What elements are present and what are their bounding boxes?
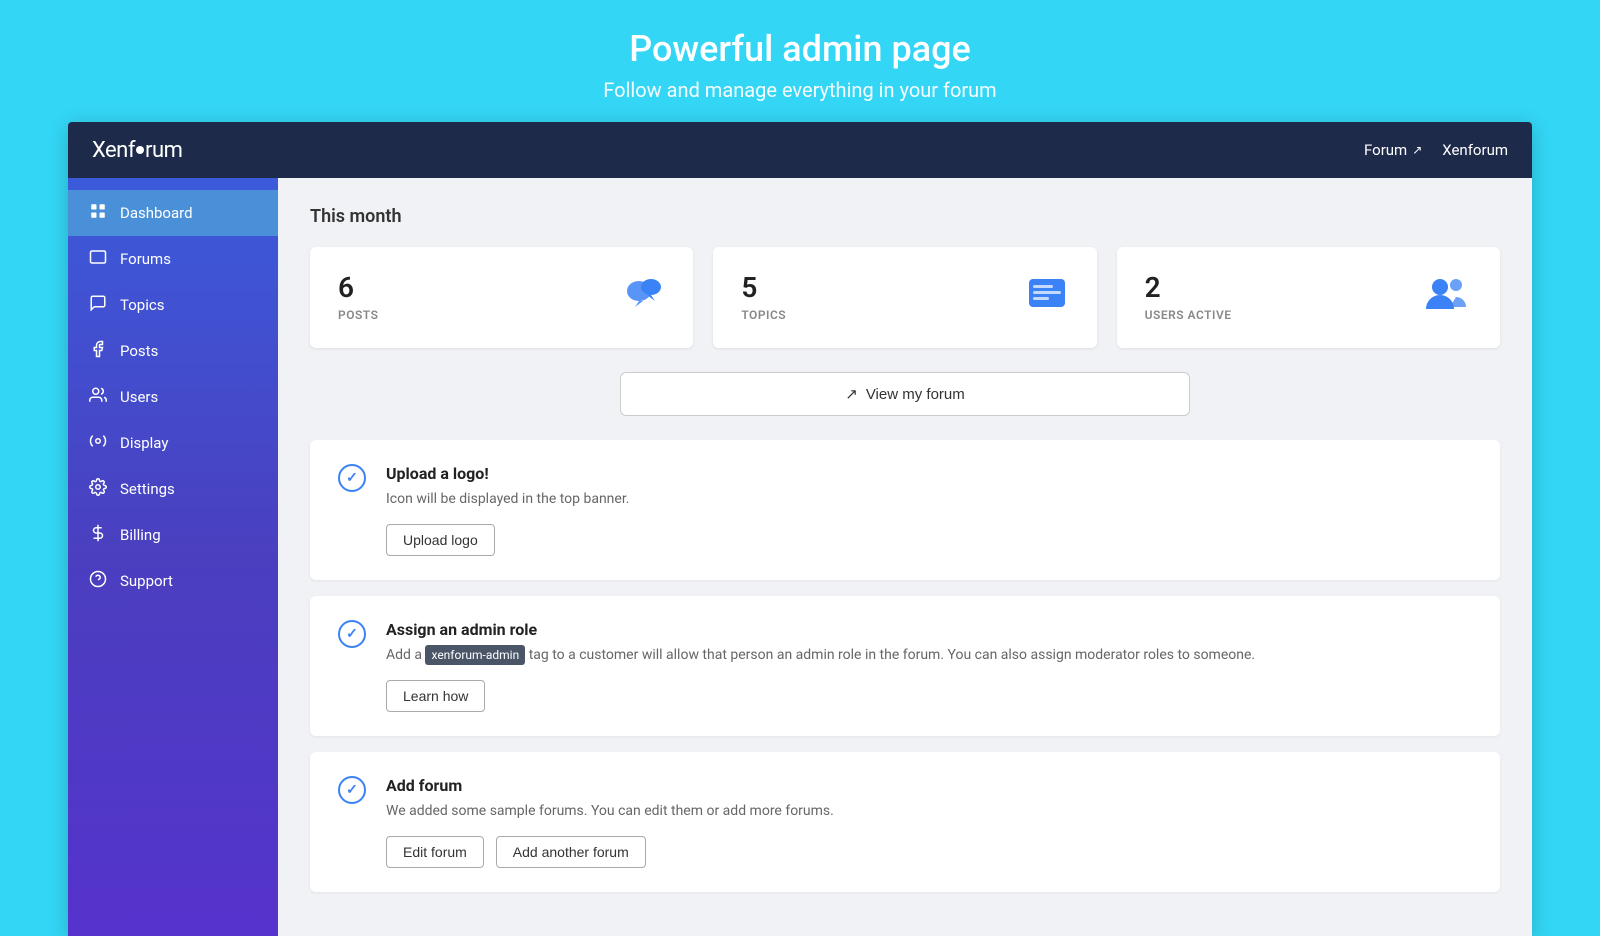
sidebar-label-dashboard: Dashboard xyxy=(120,204,193,222)
main-content: This month 6 POSTS xyxy=(278,178,1532,936)
topbar-right: Forum ↗ Xenforum xyxy=(1364,141,1508,159)
stat-label-posts: POSTS xyxy=(338,308,378,322)
admin-desc-suffix: tag to a customer will allow that person… xyxy=(525,647,1255,663)
stats-row: 6 POSTS 5 TOPIC xyxy=(310,247,1500,348)
sidebar-item-users[interactable]: Users xyxy=(68,374,278,420)
assign-admin-title: Assign an admin role xyxy=(386,620,1255,639)
billing-icon xyxy=(88,524,108,546)
sidebar-item-posts[interactable]: Posts xyxy=(68,328,278,374)
view-forum-label: View my forum xyxy=(866,386,965,403)
sidebar-item-support[interactable]: Support xyxy=(68,558,278,604)
sidebar-label-billing: Billing xyxy=(120,526,161,544)
support-icon xyxy=(88,570,108,592)
stat-number-users: 2 xyxy=(1145,274,1232,302)
sidebar-label-settings: Settings xyxy=(120,480,175,498)
logo: Xenfrum xyxy=(92,138,182,163)
check-icon-admin: ✓ xyxy=(338,620,366,648)
sidebar-label-forums: Forums xyxy=(120,250,171,268)
admin-desc-prefix: Add a xyxy=(386,647,425,663)
sidebar-label-posts: Posts xyxy=(120,342,158,360)
main-area: Dashboard Forums Topics Posts xyxy=(68,178,1532,936)
upload-logo-title: Upload a logo! xyxy=(386,464,629,483)
info-card-add-forum: ✓ Add forum We added some sample forums.… xyxy=(310,752,1500,892)
view-forum-icon: ↗ xyxy=(845,385,858,403)
display-icon xyxy=(88,432,108,454)
check-icon-upload: ✓ xyxy=(338,464,366,492)
view-forum-button[interactable]: ↗ View my forum xyxy=(620,372,1190,416)
admin-tag: xenforum-admin xyxy=(425,645,525,665)
upload-logo-desc: Icon will be displayed in the top banner… xyxy=(386,489,629,510)
sidebar-item-dashboard[interactable]: Dashboard xyxy=(68,190,278,236)
stat-label-topics: TOPICS xyxy=(741,308,786,322)
dashboard-icon xyxy=(88,202,108,224)
check-icon-forum: ✓ xyxy=(338,776,366,804)
sidebar-item-settings[interactable]: Settings xyxy=(68,466,278,512)
forums-icon xyxy=(88,248,108,270)
upload-logo-button[interactable]: Upload logo xyxy=(386,524,495,556)
users-icon xyxy=(88,386,108,408)
forum-link-label: Forum xyxy=(1364,141,1407,159)
stat-card-topics: 5 TOPICS xyxy=(713,247,1096,348)
posts-icon xyxy=(88,340,108,362)
external-link-icon: ↗ xyxy=(1412,143,1422,157)
topbar-username: Xenforum xyxy=(1442,141,1508,159)
users-stat-icon xyxy=(1422,271,1472,324)
hero-title: Powerful admin page xyxy=(20,28,1580,70)
sidebar-item-display[interactable]: Display xyxy=(68,420,278,466)
info-card-assign-admin: ✓ Assign an admin role Add a xenforum-ad… xyxy=(310,596,1500,736)
section-title: This month xyxy=(310,206,1500,227)
stat-number-posts: 6 xyxy=(338,274,378,302)
hero-subtitle: Follow and manage everything in your for… xyxy=(20,78,1580,102)
stat-card-users: 2 USERS ACTIVE xyxy=(1117,247,1500,348)
hero-section: Powerful admin page Follow and manage ev… xyxy=(0,0,1600,122)
edit-forum-button[interactable]: Edit forum xyxy=(386,836,484,868)
app-shell: Xenfrum Forum ↗ Xenforum Dashboard xyxy=(68,122,1532,936)
posts-stat-icon xyxy=(621,271,665,324)
stat-number-topics: 5 xyxy=(741,274,786,302)
sidebar-label-users: Users xyxy=(120,388,158,406)
sidebar-item-topics[interactable]: Topics xyxy=(68,282,278,328)
sidebar-item-forums[interactable]: Forums xyxy=(68,236,278,282)
add-forum-title: Add forum xyxy=(386,776,834,795)
sidebar-item-billing[interactable]: Billing xyxy=(68,512,278,558)
sidebar-label-display: Display xyxy=(120,434,168,452)
info-card-upload-logo: ✓ Upload a logo! Icon will be displayed … xyxy=(310,440,1500,580)
topics-stat-icon xyxy=(1025,271,1069,324)
forum-link[interactable]: Forum ↗ xyxy=(1364,141,1422,159)
stat-card-posts: 6 POSTS xyxy=(310,247,693,348)
assign-admin-desc: Add a xenforum-admin tag to a customer w… xyxy=(386,645,1255,666)
sidebar: Dashboard Forums Topics Posts xyxy=(68,178,278,936)
sidebar-label-topics: Topics xyxy=(120,296,164,314)
add-forum-desc: We added some sample forums. You can edi… xyxy=(386,801,834,822)
topics-icon xyxy=(88,294,108,316)
stat-label-users: USERS ACTIVE xyxy=(1145,308,1232,322)
add-another-forum-button[interactable]: Add another forum xyxy=(496,836,646,868)
settings-icon xyxy=(88,478,108,500)
topbar: Xenfrum Forum ↗ Xenforum xyxy=(68,122,1532,178)
sidebar-label-support: Support xyxy=(120,572,173,590)
learn-how-button[interactable]: Learn how xyxy=(386,680,485,712)
